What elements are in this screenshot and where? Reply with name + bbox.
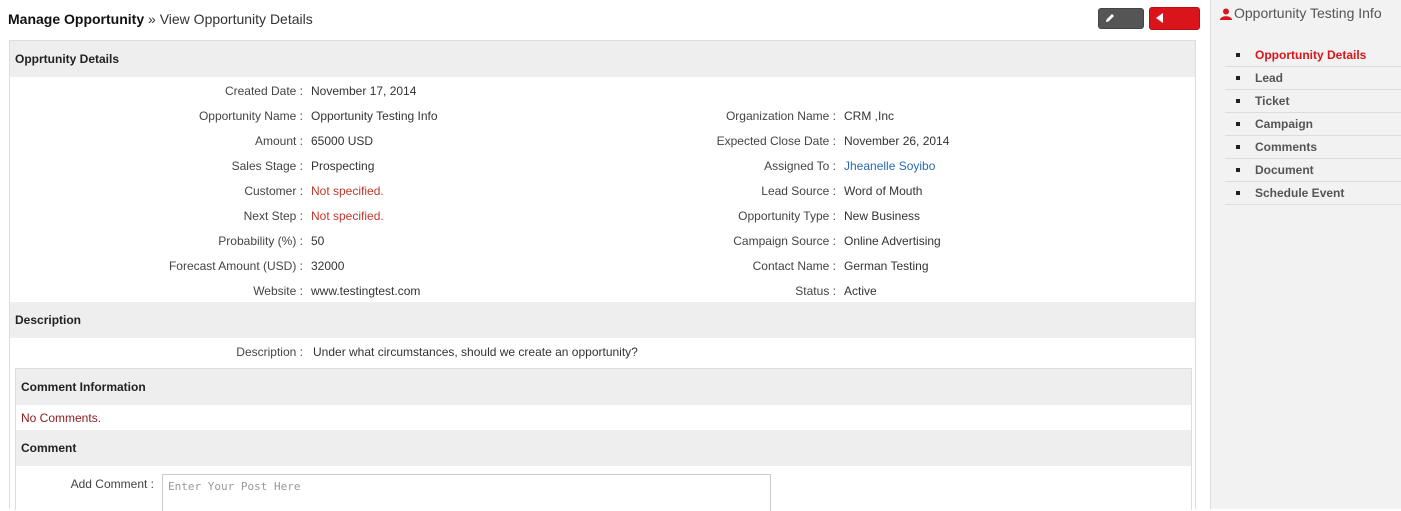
detail-value: Active [844,284,877,298]
detail-label: Lead Source : [761,184,836,198]
detail-row-campaign-source: Campaign Source : Online Advertising [570,233,1190,249]
comment-form-heading: Comment [16,430,1191,466]
detail-value: Not specified. [311,184,384,198]
detail-row-next-step: Next Step : Not specified. [10,208,570,224]
created-date-label: Created Date : [224,84,303,98]
detail-label: Opportunity Type : [738,209,836,223]
detail-label: Contact Name : [752,259,836,273]
detail-label: Probability (%) : [218,234,303,248]
detail-label: Opportunity Name : [198,109,303,123]
description-row: Description : Under what circumstances, … [10,344,1197,360]
detail-value: 32000 [311,259,345,273]
detail-value: November 26, 2014 [844,134,950,148]
description-value: Under what circumstances, should we crea… [313,345,638,359]
detail-row-website: Website : www.testingtest.com [10,283,570,299]
breadcrumb: Manage Opportunity » View Opportunity De… [8,11,313,27]
description-section-heading: Description [10,302,1195,338]
detail-row-sales-stage: Sales Stage : Prospecting [10,158,570,174]
sidebar-item-ticket[interactable]: Ticket [1225,90,1401,113]
comment-section: Comment Information No Comments. Comment… [15,368,1192,511]
sidebar-item-schedule-event[interactable]: Schedule Event [1225,182,1401,205]
detail-label: Campaign Source : [733,234,836,248]
detail-label: Sales Stage : [231,159,303,173]
user-icon [1220,7,1232,20]
sidebar-item-lead[interactable]: Lead [1225,67,1401,90]
edit-button[interactable]: Edit [1098,8,1144,47]
caret-left-icon [1156,8,1164,31]
description-label: Description : [236,345,303,359]
add-comment-label: Add Comment : [70,477,154,491]
detail-row-forecast-amount-usd: Forecast Amount (USD) : 32000 [10,258,570,274]
detail-label: Amount : [254,134,303,148]
detail-row-status: Status : Active [570,283,1190,299]
detail-value: Not specified. [311,209,384,223]
sidebar-item-campaign[interactable]: Campaign [1225,113,1401,136]
detail-value: 50 [311,234,325,248]
detail-value: 65000 USD [311,134,374,148]
detail-row-created-date: Created Date : November 17, 2014 [10,83,1197,99]
add-comment-row: Add Comment : [16,476,156,492]
breadcrumb-section[interactable]: Manage Opportunity [8,11,144,27]
detail-row-assigned-to: Assigned To : Jheanelle Soyibo [570,158,1190,174]
detail-value: German Testing [844,259,929,273]
sidebar-title: Opportunity Testing Info [1220,5,1382,21]
breadcrumb-separator: » [148,11,156,27]
comment-info-heading: Comment Information [16,369,1191,405]
detail-row-opportunity-type: Opportunity Type : New Business [570,208,1190,224]
detail-row-amount: Amount : 65000 USD [10,133,570,149]
detail-label: Expected Close Date : [716,134,836,148]
detail-value: CRM ,Inc [844,109,895,123]
sidebar-item-document[interactable]: Document [1225,159,1401,182]
detail-label: Forecast Amount (USD) : [168,259,303,273]
sidebar-title-text: Opportunity Testing Info [1234,5,1382,21]
detail-label: Status : [795,284,836,298]
main-content: Manage Opportunity » View Opportunity De… [0,0,1208,511]
created-date-value: November 17, 2014 [311,84,417,98]
detail-value: Online Advertising [844,234,941,248]
pencil-icon [1105,9,1115,30]
no-comments-text: No Comments. [21,411,102,425]
detail-label: Next Step : [243,209,303,223]
breadcrumb-page: View Opportunity Details [159,11,313,27]
detail-row-organization-name: Organization Name : CRM ,Inc [570,108,1190,124]
detail-row-contact-name: Contact Name : German Testing [570,258,1190,274]
detail-row-opportunity-name: Opportunity Name : Opportunity Testing In… [10,108,570,124]
detail-label: Organization Name : [725,109,836,123]
comment-input[interactable]: Enter Your Post Here [162,474,771,511]
sidebar-nav: Opportunity Details Lead Ticket Campaign Com… [1225,44,1401,205]
detail-value: New Business [844,209,921,223]
detail-row-lead-source: Lead Source : Word of Mouth [570,183,1190,199]
sidebar-item-opportunity-details[interactable]: Opportunity Details [1225,44,1401,67]
opportunity-panel: Opprtunity Details Created Date : Novemb… [9,40,1197,511]
detail-row-expected-close-date: Expected Close Date : November 26, 2014 [570,133,1190,149]
assigned-to-link[interactable]: Jheanelle Soyibo [844,158,935,174]
detail-value: Opportunity Testing Info [311,109,438,123]
detail-value: www.testingtest.com [311,284,421,298]
detail-row-probability: Probability (%) : 50 [10,233,570,249]
sidebar: Opportunity Testing Info Opportunity Det… [1210,0,1401,509]
detail-value: Prospecting [311,159,375,173]
detail-value: Word of Mouth [844,184,923,198]
detail-label: Website : [253,284,303,298]
detail-label: Assigned To : [764,159,836,173]
details-section-heading: Opprtunity Details [10,41,1195,77]
detail-label: Customer : [244,184,303,198]
back-button[interactable]: Back [1149,7,1200,49]
sidebar-item-comments[interactable]: Comments [1225,136,1401,159]
detail-row-customer: Customer : Not specified. [10,183,570,199]
